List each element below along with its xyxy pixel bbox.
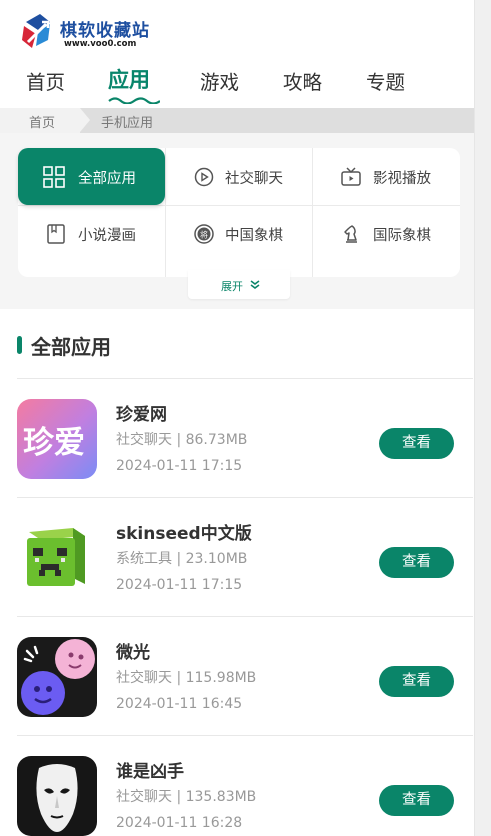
app-title[interactable]: skinseed中文版 [116,519,252,544]
double-chevron-down-icon [250,280,260,289]
category-label: 中国象棋 [225,228,283,244]
breadcrumb-current: 手机应用 [101,116,154,131]
category-label: 影视播放 [373,171,431,187]
breadcrumb-home[interactable]: 首页 [0,108,80,133]
tv-icon [341,167,361,186]
app-icon-shuishixiongshou [17,756,97,836]
category-novel-comic[interactable]: 小说漫画 [18,205,165,262]
category-all-apps[interactable]: 全部应用 [18,148,165,205]
active-wave-indicator [108,97,160,104]
mask-icon [36,764,78,832]
app-date: 2024-01-11 17:15 [116,577,243,593]
book-icon [47,224,65,244]
list-item[interactable]: 谁是凶手 社交聊天 | 135.83MB 2024-01-11 16:28 查看 [0,735,474,836]
list-item[interactable]: 微光 社交聊天 | 115.98MB 2024-01-11 16:45 查看 [0,616,474,735]
breadcrumb-home-label: 首页 [29,116,56,131]
grid-icon [43,166,65,188]
view-button[interactable]: 查看 [379,428,454,459]
cube-icon [27,528,85,586]
play-circle-icon [194,167,214,187]
app-icon-zhenai: 珍爱 [17,399,97,479]
header: 棋软收藏站 www.voo0.com 首页 应用 游戏 攻略 专题 [0,0,474,108]
app-icon-weiguang [17,637,97,717]
logo-name: 棋软收藏站 [60,21,150,41]
nav-item-topics[interactable]: 专题 [366,66,405,95]
expand-label: 展开 [221,280,243,293]
app-title[interactable]: 珍爱网 [116,400,167,425]
category-international-chess[interactable]: 国际象棋 [312,205,459,262]
faces-icon [21,639,95,715]
category-label: 全部应用 [78,171,136,187]
category-social-chat[interactable]: 社交聊天 [165,148,312,205]
view-button[interactable]: 查看 [379,547,454,578]
section-marker [17,336,22,354]
app-date: 2024-01-11 16:45 [116,696,243,712]
category-grid: 全部应用 社交聊天 影视播放 小说漫画 将 中国象棋 国际象棋 [18,148,460,277]
breadcrumb: 首页 手机应用 [0,108,474,133]
knight-icon [344,225,357,243]
app-meta: 社交聊天 | 115.98MB [116,670,257,686]
app-meta: 社交聊天 | 135.83MB [116,789,257,805]
category-label: 社交聊天 [225,171,283,187]
app-date: 2024-01-11 16:28 [116,815,243,831]
app-icon-skinseed [17,518,97,598]
chess-piece-icon: 将 [194,224,214,244]
view-button[interactable]: 查看 [379,785,454,816]
svg-text:将: 将 [200,230,208,240]
list-item[interactable]: 珍爱 珍爱网 社交聊天 | 86.73MB 2024-01-11 17:15 查… [0,378,474,497]
main-nav: 首页 应用 游戏 攻略 专题 [0,62,474,106]
page: 棋软收藏站 www.voo0.com 首页 应用 游戏 攻略 专题 首页 手机应… [0,0,474,836]
list-item[interactable]: skinseed中文版 系统工具 | 23.10MB 2024-01-11 17… [0,497,474,616]
scrollbar[interactable] [474,0,491,836]
app-list-panel: 全部应用 珍爱 珍爱网 社交聊天 | 86.73MB 2024-01-11 17… [0,309,474,836]
category-video-player[interactable]: 影视播放 [312,148,459,205]
app-meta: 系统工具 | 23.10MB [116,551,248,567]
breadcrumb-separator [80,108,90,132]
category-chinese-chess[interactable]: 将 中国象棋 [165,205,312,262]
category-label: 国际象棋 [373,228,431,244]
nav-item-home[interactable]: 首页 [26,66,65,95]
app-date: 2024-01-11 17:15 [116,458,243,474]
nav-item-games[interactable]: 游戏 [200,66,239,95]
section-title: 全部应用 [31,335,111,359]
nav-item-guides[interactable]: 攻略 [283,66,322,95]
logo-url: www.voo0.com [64,39,137,49]
view-button[interactable]: 查看 [379,666,454,697]
nav-item-apps[interactable]: 应用 [108,64,150,94]
app-icon-text: 珍爱 [23,425,85,461]
app-title[interactable]: 谁是凶手 [116,757,184,782]
site-logo[interactable]: 棋软收藏站 www.voo0.com [20,12,150,52]
logo-icon [22,14,50,48]
expand-button[interactable]: 展开 [188,270,290,299]
category-label: 小说漫画 [78,228,136,244]
app-meta: 社交聊天 | 86.73MB [116,432,248,448]
app-title[interactable]: 微光 [116,638,150,663]
